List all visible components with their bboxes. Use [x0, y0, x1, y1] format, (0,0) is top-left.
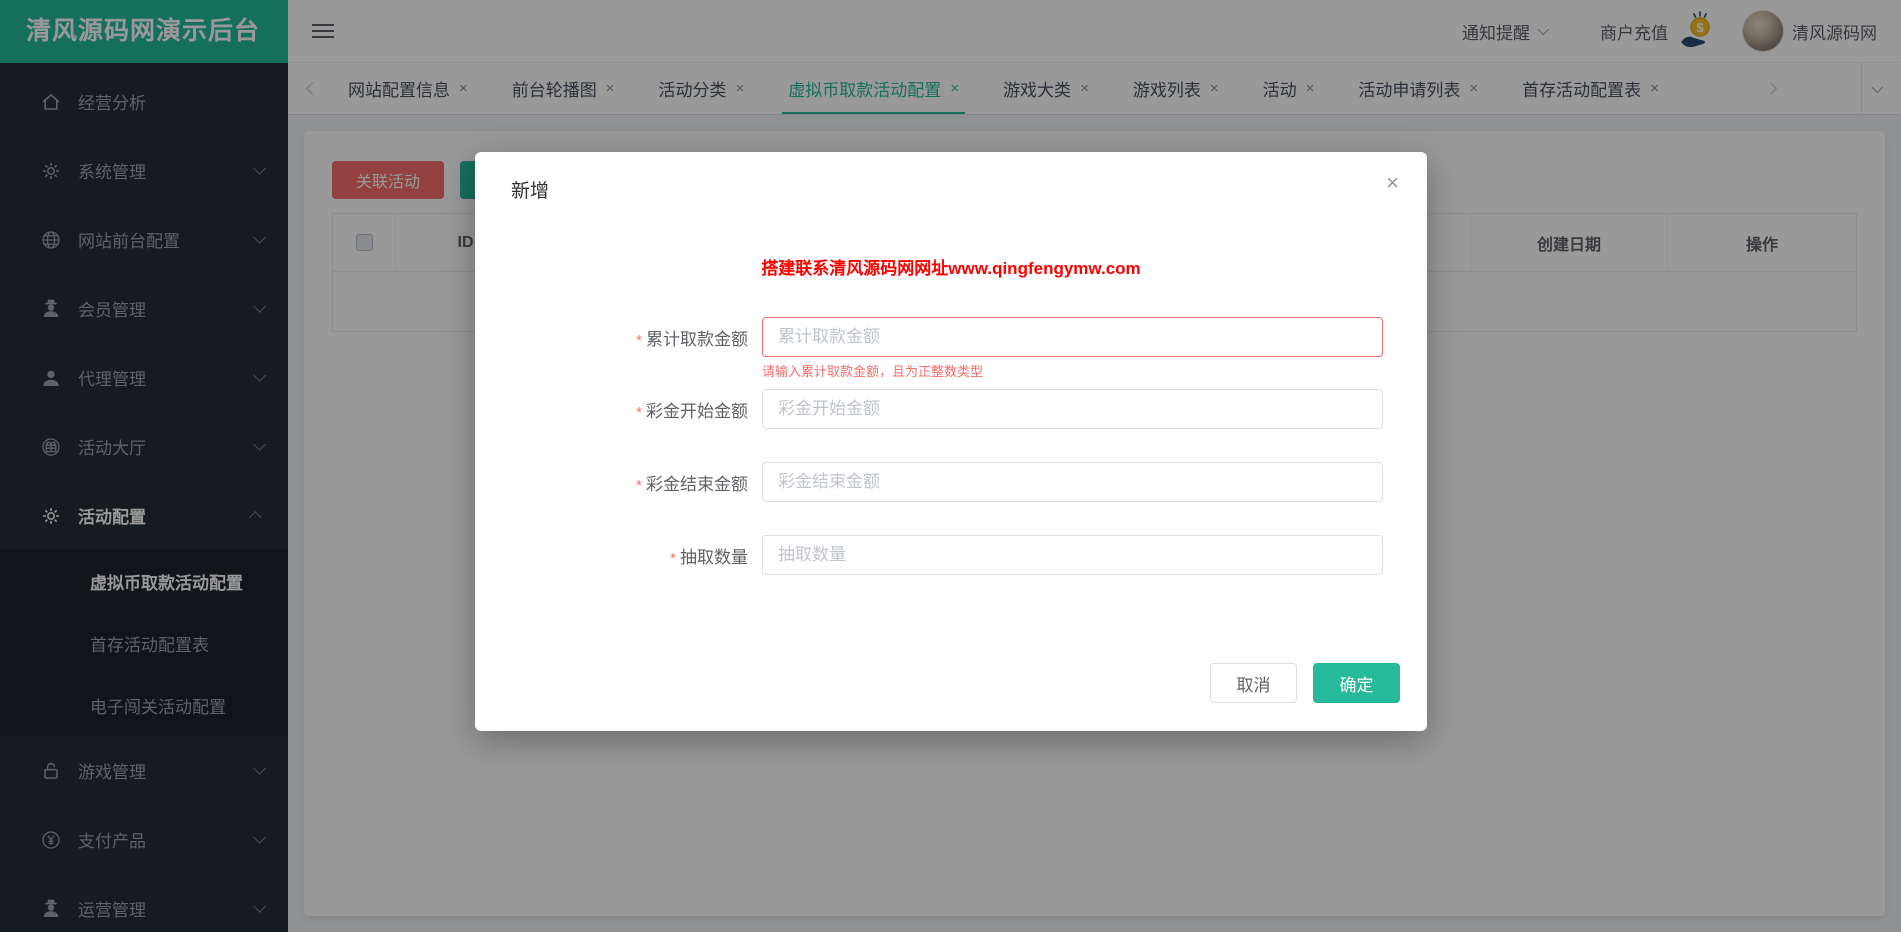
total-withdraw-amount-input[interactable]: [762, 317, 1383, 357]
form-row-total-withdraw: *累计取款金额 请输入累计取款金额，且为正整数类型: [475, 317, 1427, 357]
form-row-draw-count: *抽取数量: [475, 535, 1427, 575]
required-mark: *: [636, 477, 642, 494]
add-dialog: 新增 × 搭建联系清风源码网网址www.qingfengymw.com *累计取…: [475, 152, 1427, 731]
dialog-close-icon[interactable]: ×: [1386, 172, 1399, 194]
field-label: *累计取款金额: [475, 325, 762, 350]
field-label: *彩金开始金额: [475, 397, 762, 422]
required-mark: *: [636, 404, 642, 421]
field-label: *抽取数量: [475, 543, 762, 568]
bonus-start-amount-input[interactable]: [762, 389, 1383, 429]
form-row-bonus-end: *彩金结束金额: [475, 462, 1427, 502]
required-mark: *: [670, 550, 676, 567]
bonus-end-amount-input[interactable]: [762, 462, 1383, 502]
ad-text: 搭建联系清风源码网网址www.qingfengymw.com: [475, 254, 1427, 279]
confirm-button[interactable]: 确定: [1313, 663, 1400, 703]
cancel-button[interactable]: 取消: [1210, 663, 1297, 703]
dialog-title: 新增: [511, 176, 549, 203]
required-mark: *: [636, 332, 642, 349]
add-form: *累计取款金额 请输入累计取款金额，且为正整数类型 *彩金开始金额 *彩金结束金…: [475, 317, 1427, 575]
form-row-bonus-start: *彩金开始金额: [475, 389, 1427, 429]
validation-error-message: 请输入累计取款金额，且为正整数类型: [762, 361, 983, 380]
field-label: *彩金结束金额: [475, 470, 762, 495]
draw-count-input[interactable]: [762, 535, 1383, 575]
dialog-footer: 取消 确定: [1210, 663, 1400, 703]
